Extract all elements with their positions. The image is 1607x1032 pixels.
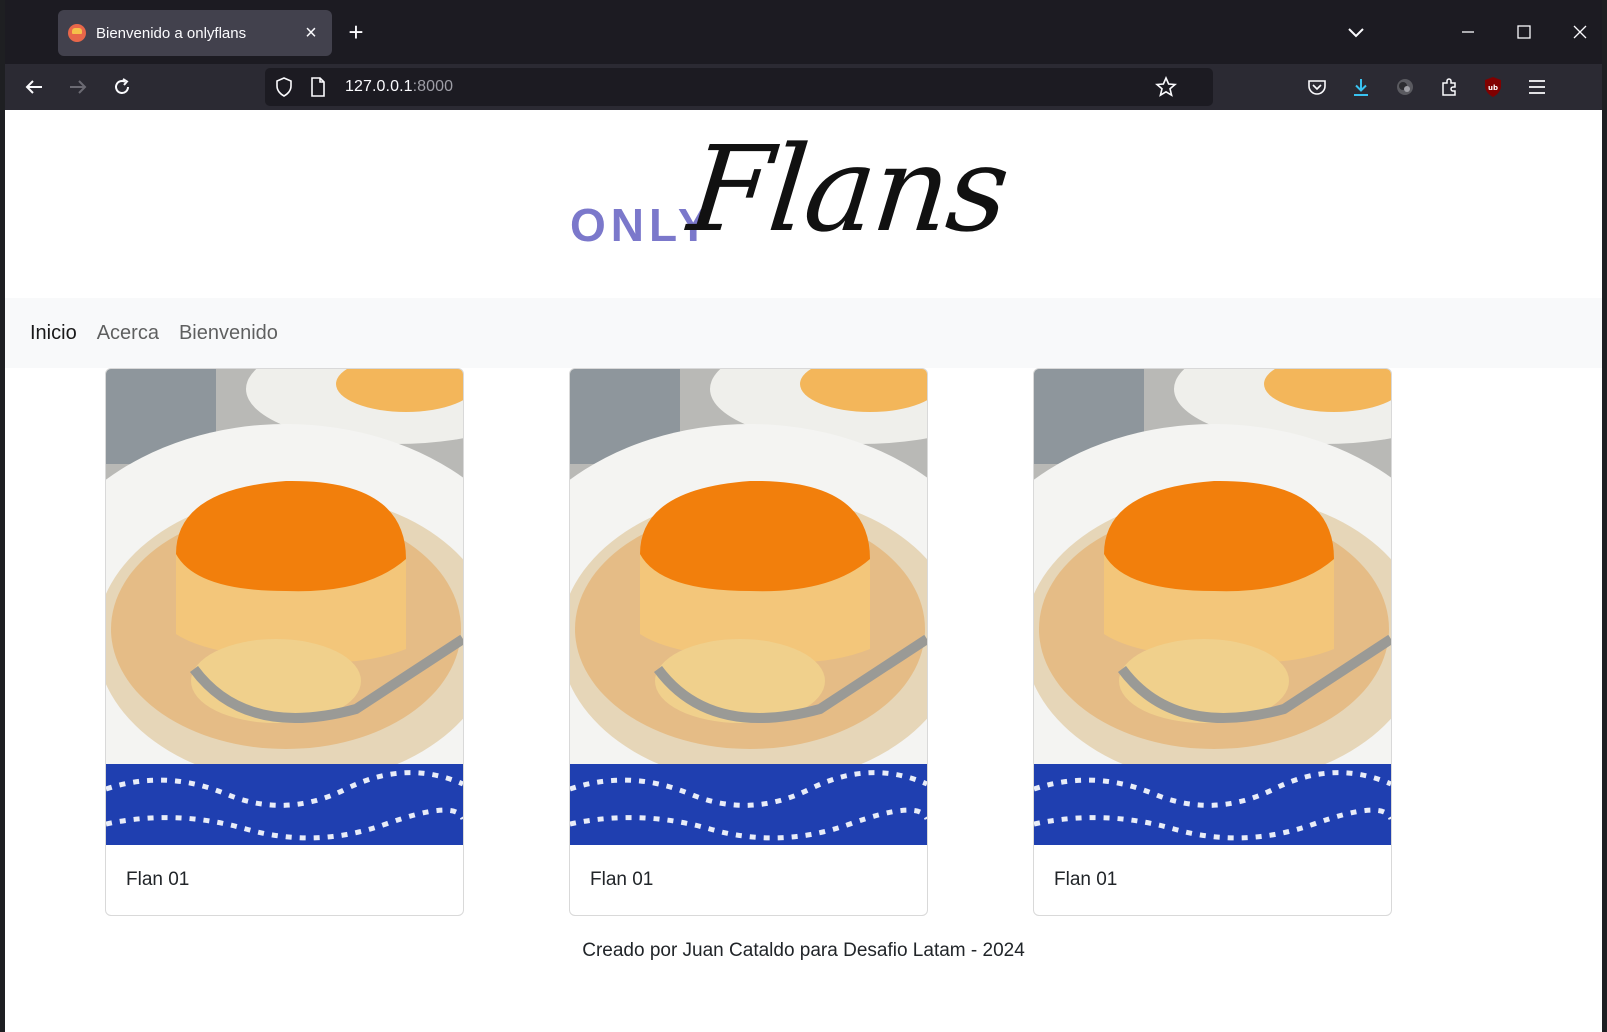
pocket-icon[interactable] (1302, 72, 1332, 102)
minimize-icon[interactable] (1445, 12, 1491, 52)
url-bar[interactable]: 127.0.0.1:8000 (265, 68, 1213, 106)
nav-link-inicio[interactable]: Inicio (30, 322, 77, 345)
shield-icon[interactable] (269, 72, 299, 102)
new-tab-icon[interactable]: + (341, 18, 371, 48)
site-logo[interactable]: ONLY Flans (570, 120, 1030, 270)
logo-flans-text: Flans (682, 120, 1014, 258)
desktop-edge-right (1602, 0, 1607, 1032)
web-page: ONLY Flans Inicio Acerca Bienvenido Flan… (5, 110, 1602, 1032)
nav-link-acerca[interactable]: Acerca (97, 322, 159, 345)
reload-icon[interactable] (107, 72, 137, 102)
tab-bar: Bienvenido a onlyflans × + (5, 0, 1602, 64)
card-title: Flan 01 (1054, 869, 1118, 890)
extensions-puzzle-icon[interactable] (1434, 72, 1464, 102)
page-icon[interactable] (303, 72, 333, 102)
chevron-down-icon[interactable] (1343, 20, 1369, 46)
card-title: Flan 01 (126, 869, 190, 890)
ublock-shield-icon[interactable]: ub (1478, 72, 1508, 102)
flan-card[interactable]: Flan 01 (569, 368, 928, 916)
navigation-toolbar: 127.0.0.1:8000 ub (5, 64, 1602, 110)
nav-link-bienvenido[interactable]: Bienvenido (179, 322, 278, 345)
flan-card[interactable]: Flan 01 (105, 368, 464, 916)
maximize-icon[interactable] (1501, 12, 1547, 52)
flan-card[interactable]: Flan 01 (1033, 368, 1392, 916)
tab-title: Bienvenido a onlyflans (96, 24, 247, 42)
flan-favicon-icon (68, 24, 86, 42)
close-tab-icon[interactable]: × (300, 22, 322, 44)
url-port: :8000 (412, 78, 454, 95)
url-text[interactable]: 127.0.0.1:8000 (345, 78, 453, 96)
site-navbar: Inicio Acerca Bienvenido (5, 298, 1602, 368)
forward-arrow-icon[interactable] (63, 72, 93, 102)
url-host: 127.0.0.1 (345, 78, 413, 95)
extension-avatar-icon[interactable] (1390, 72, 1420, 102)
download-icon[interactable] (1346, 72, 1376, 102)
close-window-icon[interactable] (1557, 12, 1603, 52)
flan-image (570, 369, 927, 845)
card-title: Flan 01 (590, 869, 654, 890)
browser-window: Bienvenido a onlyflans × + 127.0.0.1:800… (5, 0, 1602, 1032)
back-arrow-icon[interactable] (19, 72, 49, 102)
flan-image (1034, 369, 1391, 845)
flan-image (106, 369, 463, 845)
footer-credit: Creado por Juan Cataldo para Desafio Lat… (582, 940, 1025, 961)
hamburger-menu-icon[interactable] (1522, 72, 1552, 102)
bookmark-star-icon[interactable] (1151, 72, 1181, 102)
svg-text:ub: ub (1488, 84, 1498, 92)
tab-active[interactable]: Bienvenido a onlyflans × (58, 10, 332, 56)
